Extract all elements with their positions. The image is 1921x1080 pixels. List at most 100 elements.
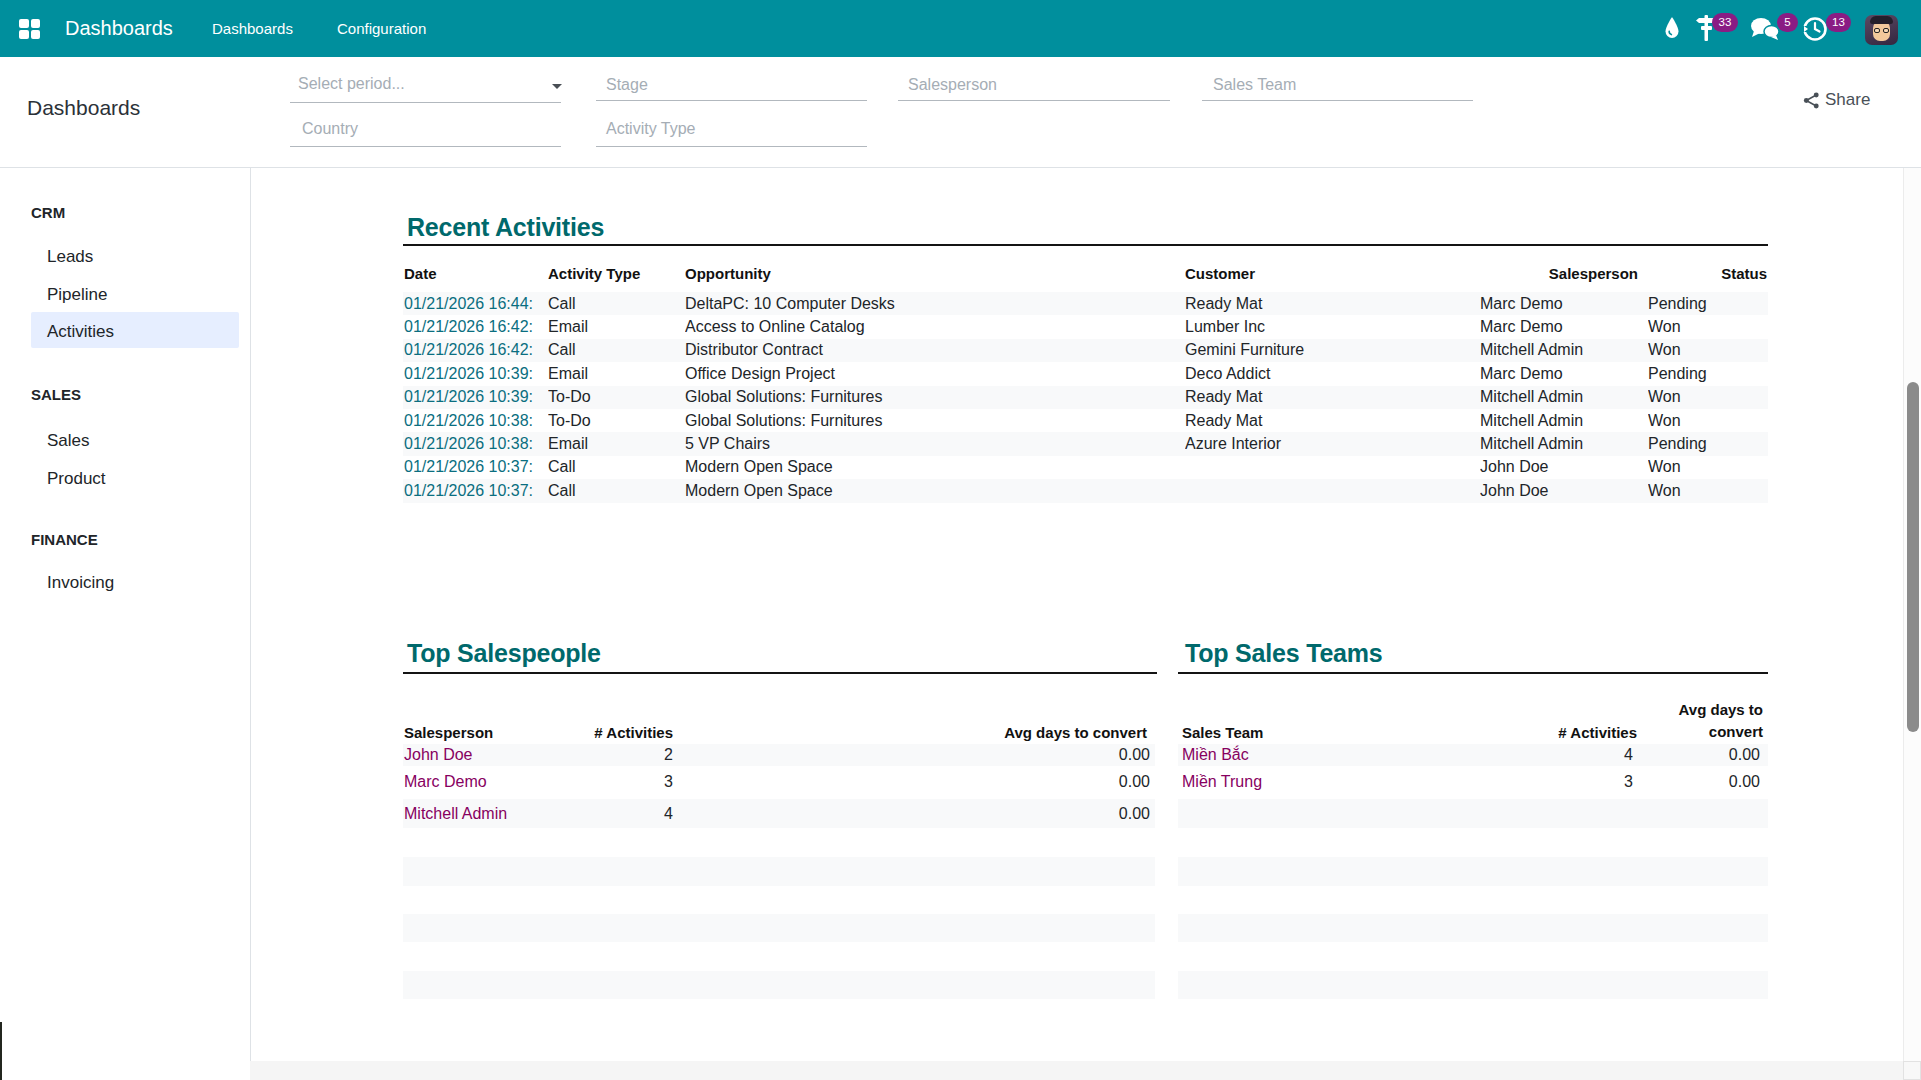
filter-salesperson-underline	[898, 100, 1170, 101]
sidebar-item-pipeline[interactable]: Pipeline	[47, 285, 108, 305]
filter-activity-type-underline	[596, 146, 867, 147]
control-panel-divider	[0, 167, 1921, 168]
scrollbar-thumb[interactable]	[1907, 382, 1919, 732]
navbar-brand[interactable]: Dashboards	[65, 0, 173, 57]
cell-salesperson: John Doe	[1480, 479, 1641, 502]
chat-icon[interactable]	[1750, 17, 1780, 43]
droplet-icon[interactable]	[1663, 16, 1681, 40]
table-row: 01/21/2026 10:37: Call Modern Open Space…	[403, 456, 1768, 479]
top-sales-teams-title: Top Sales Teams	[1185, 639, 1383, 668]
cell-opportunity: Distributor Contract	[685, 339, 1175, 362]
sidebar-section-finance: FINANCE	[31, 531, 98, 548]
navbar-menu-dashboards[interactable]: Dashboards	[212, 0, 293, 57]
cell-date[interactable]: 01/21/2026 10:38:	[404, 432, 541, 455]
filter-sales-team-input[interactable]: Sales Team	[1213, 76, 1296, 94]
navbar-menu-configuration[interactable]: Configuration	[337, 0, 426, 57]
activities-badge[interactable]: 33	[1712, 13, 1738, 32]
cell-date[interactable]: 01/21/2026 10:37:	[404, 479, 541, 502]
cell-status: Pending	[1648, 292, 1767, 315]
cell-opportunity: Office Design Project	[685, 362, 1175, 385]
cell-type: Email	[548, 432, 678, 455]
table-row: Mitchell Admin 4 0.00	[403, 799, 1155, 828]
bottom-strip	[250, 1061, 1903, 1080]
sidebar-item-invoicing[interactable]: Invoicing	[47, 573, 114, 593]
col-header-activities: # Activities	[523, 724, 673, 741]
cell-status: Won	[1648, 339, 1767, 362]
recent-activities-title: Recent Activities	[407, 213, 604, 242]
cell-customer: Ready Mat	[1185, 292, 1475, 315]
cell-date[interactable]: 01/21/2026 16:42:	[404, 339, 541, 362]
sidebar-item-product[interactable]: Product	[47, 469, 106, 489]
placeholder-row	[403, 914, 1155, 942]
cell-salesperson: John Doe	[1480, 456, 1641, 479]
cell-date[interactable]: 01/21/2026 10:39:	[404, 362, 541, 385]
table-row: 01/21/2026 16:42: Call Distributor Contr…	[403, 339, 1768, 362]
filter-country-input[interactable]: Country	[302, 120, 358, 138]
chat-badge[interactable]: 5	[1777, 13, 1798, 32]
recent-activities-rule	[403, 244, 1768, 246]
col-header-sales-team: Sales Team	[1182, 724, 1263, 741]
placeholder-row	[403, 857, 1155, 886]
sidebar-item-activities[interactable]: Activities	[47, 322, 114, 342]
filter-stage-input[interactable]: Stage	[606, 76, 648, 94]
sidebar: CRM Leads Pipeline Activities SALES Sale…	[0, 168, 251, 1080]
sidebar-section-crm: CRM	[31, 204, 65, 221]
cell-date[interactable]: 01/21/2026 10:38:	[404, 409, 541, 432]
cell-salesperson: Marc Demo	[1480, 362, 1641, 385]
placeholder-row	[1178, 857, 1768, 886]
sidebar-item-leads[interactable]: Leads	[47, 247, 93, 267]
cell-salesperson: Mitchell Admin	[1480, 386, 1641, 409]
cell-salesperson: Mitchell Admin	[1480, 339, 1641, 362]
cell-activities: 3	[523, 766, 673, 800]
navbar: Dashboards Dashboards Configuration 33 5…	[0, 0, 1921, 57]
filter-period-select[interactable]: Select period...	[298, 75, 405, 93]
col-header-avg-days: Avg days to convert	[950, 724, 1147, 741]
filter-salesperson-input[interactable]: Salesperson	[908, 76, 997, 94]
filter-period-underline	[290, 102, 561, 103]
cell-date[interactable]: 01/21/2026 10:37:	[404, 456, 541, 479]
clock-icon[interactable]	[1802, 16, 1828, 42]
user-avatar[interactable]	[1865, 15, 1898, 45]
window-edge-artifact	[0, 1022, 2, 1080]
cell-status: Won	[1648, 315, 1767, 338]
table-row: 01/21/2026 10:39: Email Office Design Pr…	[403, 362, 1768, 385]
cell-type: Call	[548, 292, 678, 315]
cell-name[interactable]: Miền Bắc	[1182, 744, 1482, 766]
filter-sales-team-underline	[1202, 100, 1473, 101]
cell-customer: Ready Mat	[1185, 386, 1475, 409]
cell-status: Pending	[1648, 432, 1767, 455]
table-row: Marc Demo 3 0.00	[403, 766, 1155, 800]
cell-type: To-Do	[548, 386, 678, 409]
top-salespeople-title: Top Salespeople	[407, 639, 601, 668]
table-row: Miền Trung 3 0.00	[1178, 766, 1768, 800]
top-sales-teams-rule	[1178, 672, 1768, 674]
cell-name[interactable]: Miền Trung	[1182, 766, 1482, 800]
sidebar-item-sales[interactable]: Sales	[47, 431, 90, 451]
cell-date[interactable]: 01/21/2026 16:42:	[404, 315, 541, 338]
cell-avg-days: 0.00	[1640, 744, 1760, 766]
share-button[interactable]: Share	[1803, 88, 1870, 112]
table-row	[1178, 799, 1768, 828]
cell-activities: 3	[1490, 766, 1633, 800]
cell-activities: 2	[523, 744, 673, 766]
cell-opportunity: Modern Open Space	[685, 456, 1175, 479]
table-row: 01/21/2026 10:37: Call Modern Open Space…	[403, 479, 1768, 502]
placeholder-row	[1178, 914, 1768, 942]
placeholder-row	[1178, 971, 1768, 999]
cell-opportunity: Global Solutions: Furnitures	[685, 409, 1175, 432]
table-row: John Doe 2 0.00	[403, 744, 1155, 766]
filter-activity-type-input[interactable]: Activity Type	[606, 120, 696, 138]
top-salespeople-rule	[403, 672, 1157, 674]
cell-date[interactable]: 01/21/2026 10:39:	[404, 386, 541, 409]
table-row: 01/21/2026 16:42: Email Access to Online…	[403, 315, 1768, 338]
cell-salesperson: Marc Demo	[1480, 292, 1641, 315]
clock-badge[interactable]: 13	[1826, 13, 1851, 32]
col-header-opportunity: Opportunity	[685, 265, 771, 282]
scrollbar[interactable]	[1903, 168, 1921, 1061]
cell-status: Won	[1648, 456, 1767, 479]
table-row: 01/21/2026 10:38: Email 5 VP Chairs Azur…	[403, 432, 1768, 455]
share-label: Share	[1825, 90, 1870, 110]
cell-date[interactable]: 01/21/2026 16:44:	[404, 292, 541, 315]
cell-customer: Ready Mat	[1185, 409, 1475, 432]
apps-menu-icon[interactable]	[19, 19, 41, 39]
